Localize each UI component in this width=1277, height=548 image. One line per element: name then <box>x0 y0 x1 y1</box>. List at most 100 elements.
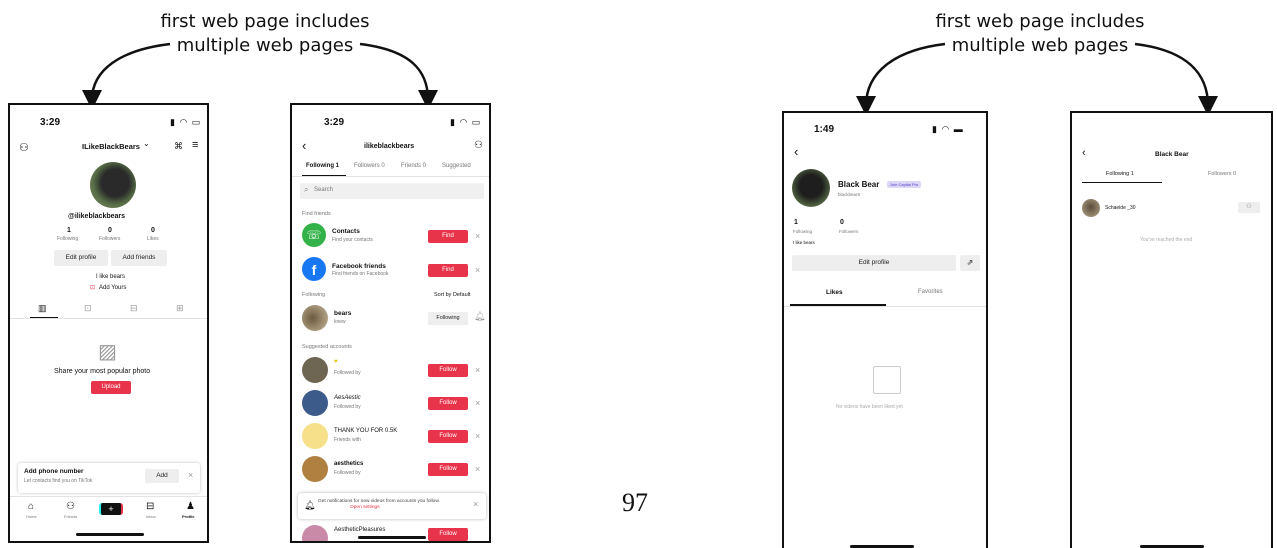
create-button[interactable]: + <box>99 503 123 515</box>
phone-prompt-subtitle: Let contacts find you on TikTok <box>24 478 93 484</box>
lock-tab-icon[interactable]: ⊡ <box>84 303 92 314</box>
tab-suggested[interactable]: Suggested <box>442 163 471 169</box>
following-user-name[interactable]: Schaeide _30 <box>1105 205 1136 211</box>
suggested-avatar[interactable] <box>302 390 328 416</box>
repost-tab-icon[interactable]: ⊟ <box>130 303 138 314</box>
add-user-icon[interactable]: ⚇ <box>1238 202 1260 213</box>
empty-state-title: Share your most popular photo <box>54 368 151 375</box>
friends-icon[interactable]: ⚇ <box>66 501 75 512</box>
add-user-icon[interactable]: ⚇ <box>19 141 29 154</box>
tab-underline <box>1082 182 1162 183</box>
suggested-name[interactable]: AesAestic <box>334 395 361 401</box>
tab-favorites[interactable]: Favorites <box>918 289 943 295</box>
find-contacts-button[interactable]: Find <box>428 230 468 243</box>
follow-button[interactable]: Follow <box>428 528 468 541</box>
profile-name: Black Bear <box>838 180 880 189</box>
back-icon[interactable]: ‹ <box>1082 147 1086 159</box>
inbox-icon[interactable]: ⊟ <box>146 501 154 512</box>
close-icon[interactable]: × <box>475 431 480 441</box>
back-icon[interactable]: ‹ <box>302 138 306 153</box>
suggested-avatar[interactable] <box>302 525 328 541</box>
tab-likes[interactable]: Likes <box>826 289 843 296</box>
suggested-subtitle: Followed by <box>334 404 361 410</box>
stat-followers-value[interactable]: 0 <box>840 219 844 226</box>
tagged-tab-icon[interactable]: ⊞ <box>176 303 184 314</box>
status-time: 1:49 <box>814 124 835 135</box>
stat-following-label: Following <box>793 229 813 234</box>
home-icon[interactable]: ⌂ <box>28 501 34 512</box>
add-phone-button[interactable]: Add <box>145 469 179 483</box>
following-user-name[interactable]: bears <box>334 310 351 317</box>
suggested-name[interactable]: aesthetics <box>334 461 363 467</box>
follow-button[interactable]: Follow <box>428 397 468 410</box>
following-user-subtitle: knew <box>334 319 346 325</box>
stat-following-value[interactable]: 1 <box>67 227 71 234</box>
stat-followers-label: Followers <box>839 229 859 234</box>
follow-button[interactable]: Follow <box>428 364 468 377</box>
profile-bio: I like bears <box>96 274 126 280</box>
edit-profile-button[interactable]: Edit profile <box>792 255 956 271</box>
add-friends-button[interactable]: Add friends <box>111 250 167 266</box>
arrow-right-2 <box>1134 42 1218 116</box>
tab-followers[interactable]: Followers 0 <box>1208 171 1236 177</box>
suggested-subtitle: Followed by <box>334 370 361 376</box>
stat-following-label: Following <box>57 236 79 242</box>
suggested-avatar[interactable] <box>302 456 328 482</box>
close-icon[interactable]: × <box>475 464 480 474</box>
tab-following[interactable]: Following 1 <box>1106 171 1134 177</box>
stat-likes-value: 0 <box>151 227 155 234</box>
grid-tab-icon[interactable]: ▥ <box>38 303 47 314</box>
chevron-down-icon[interactable]: ⌄ <box>143 139 150 148</box>
profile-username[interactable]: ILikeBlackBears <box>82 142 140 151</box>
status-time: 3:29 <box>40 117 61 128</box>
contacts-subtitle: Find your contacts <box>332 237 373 243</box>
notification-settings-link[interactable]: Open settings <box>350 505 380 510</box>
close-icon[interactable]: × <box>188 470 193 480</box>
creator-tools-icon[interactable]: ⌘ <box>174 141 183 152</box>
add-user-icon[interactable]: ⚇ <box>474 140 483 151</box>
add-yours-link[interactable]: Add Yours <box>99 285 126 291</box>
stat-followers-value[interactable]: 0 <box>108 227 112 234</box>
stat-likes-label: Likes <box>147 236 159 242</box>
menu-icon[interactable]: ≡ <box>192 139 198 151</box>
share-icon[interactable]: ⇗ <box>960 255 980 271</box>
sort-dropdown[interactable]: Sort by Default <box>434 292 470 298</box>
profile-nav-icon[interactable]: ♟ <box>186 501 195 512</box>
bell-icon[interactable]: 🔔︎ <box>474 311 485 322</box>
suggested-name[interactable]: THANK YOU FOR 0.5K <box>334 428 397 434</box>
close-icon[interactable]: × <box>473 499 478 509</box>
tab-following[interactable]: Following 1 <box>306 163 339 169</box>
close-icon[interactable]: × <box>475 398 480 408</box>
suggested-avatar[interactable] <box>302 423 328 449</box>
edit-profile-button[interactable]: Edit profile <box>54 250 108 266</box>
suggested-name[interactable]: AestheticPleasures <box>334 527 385 533</box>
status-icons: ▮ ◠ ▭ <box>450 117 482 127</box>
nav-friends-label: Friends <box>64 514 78 519</box>
photo-icon: ▨ <box>98 341 117 363</box>
close-icon[interactable]: × <box>475 365 480 375</box>
nav-divider <box>10 496 207 497</box>
find-facebook-button[interactable]: Find <box>428 264 468 277</box>
following-button[interactable]: Following <box>428 312 468 325</box>
phone-prompt-title: Add phone number <box>24 468 84 475</box>
caption-left: first web page includes multiple web pag… <box>160 10 370 58</box>
upload-button[interactable]: Upload <box>91 381 131 394</box>
avatar[interactable] <box>302 305 328 331</box>
avatar[interactable] <box>90 162 136 208</box>
back-icon[interactable]: ‹ <box>794 144 798 159</box>
avatar[interactable] <box>1082 199 1100 217</box>
arrow-right-1 <box>856 42 946 116</box>
list-title: Black Bear <box>1155 151 1189 158</box>
list-title: ilikeblackbears <box>364 143 415 150</box>
follow-button[interactable]: Follow <box>428 430 468 443</box>
suggested-avatar[interactable] <box>302 357 328 383</box>
tabs-divider <box>292 176 489 177</box>
close-icon[interactable]: × <box>475 231 480 241</box>
tab-friends[interactable]: Friends 0 <box>401 163 426 169</box>
avatar <box>792 169 830 207</box>
follow-button[interactable]: Follow <box>428 463 468 476</box>
page-number: 97 <box>622 488 648 517</box>
stat-following-value[interactable]: 1 <box>794 219 798 226</box>
close-icon[interactable]: × <box>475 265 480 275</box>
tab-followers[interactable]: Followers 0 <box>354 163 385 169</box>
